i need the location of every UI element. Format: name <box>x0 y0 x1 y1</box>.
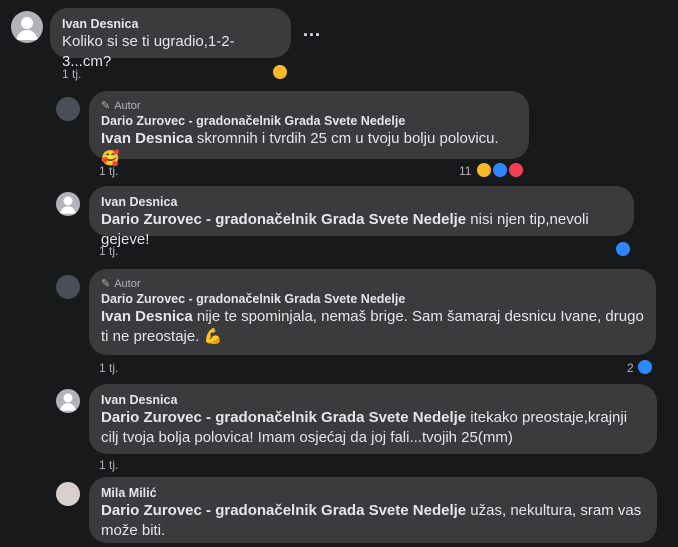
comment-author[interactable]: Dario Zurovec - gradonačelnik Grada Svet… <box>101 113 517 129</box>
more-options-button[interactable]: ... <box>303 20 321 41</box>
like-reaction-icon[interactable] <box>636 358 654 376</box>
comment-text: Ivan Desnica nije te spominjala, nemaš b… <box>101 308 644 345</box>
comment-author[interactable]: Dario Zurovec - gradonačelnik Grada Svet… <box>101 291 644 307</box>
pen-icon: ✎ <box>101 100 111 112</box>
avatar[interactable] <box>56 192 80 216</box>
comment-text: Dario Zurovec - gradonačelnik Grada Svet… <box>101 502 642 539</box>
comment-time[interactable]: 1 tj. <box>62 67 81 81</box>
comment-bubble: Ivan Desnica Dario Zurovec - gradonačeln… <box>89 186 634 248</box>
comment-text: Koliko si se ti ugradio,1-2-3...cm? <box>62 33 235 70</box>
like-reaction-icon[interactable] <box>614 240 632 258</box>
comment-bubble: Mila Milić Dario Zurovec - gradonačelnik… <box>89 477 657 543</box>
reaction-count[interactable]: 2 <box>627 361 634 375</box>
comment-author[interactable]: Ivan Desnica <box>101 392 645 408</box>
comment-bubble: ✎ Autor Dario Zurovec - gradonačelnik Gra… <box>89 91 529 167</box>
comment-time[interactable]: 1 tj. <box>99 164 118 178</box>
comment-time[interactable]: 1 tj. <box>99 244 118 258</box>
reaction-count[interactable]: 11 <box>459 164 471 178</box>
avatar[interactable] <box>56 275 80 299</box>
comment-text: Dario Zurovec - gradonačelnik Grada Svet… <box>101 409 628 446</box>
comment-text: Dario Zurovec - gradonačelnik Grada Svet… <box>101 211 589 248</box>
comment-bubble: Ivan Desnica Koliko si se ti ugradio,1-2… <box>50 8 291 70</box>
comment-bubble: ✎ Autor Dario Zurovec - gradonačelnik Gra… <box>89 269 656 355</box>
comment-author[interactable]: Ivan Desnica <box>62 16 279 32</box>
comment-author[interactable]: Ivan Desnica <box>101 194 622 210</box>
comment-time[interactable]: 1 tj. <box>99 361 118 375</box>
comment-time[interactable]: 1 tj. <box>99 458 118 472</box>
haha-reaction-icon[interactable] <box>271 63 289 81</box>
comment-text: Ivan Desnica skromnih i tvrdih 25 cm u t… <box>101 130 499 167</box>
comment-author[interactable]: Mila Milić <box>101 485 645 501</box>
avatar[interactable] <box>56 389 80 413</box>
author-badge: ✎ Autor <box>101 100 141 112</box>
comment-bubble: Ivan Desnica Dario Zurovec - gradonačeln… <box>89 384 657 454</box>
pen-icon: ✎ <box>101 278 111 290</box>
avatar[interactable] <box>56 97 80 121</box>
author-badge: ✎ Autor <box>101 278 141 290</box>
avatar[interactable] <box>56 482 80 506</box>
avatar[interactable] <box>11 11 43 43</box>
love-reaction-icon[interactable] <box>507 161 525 179</box>
